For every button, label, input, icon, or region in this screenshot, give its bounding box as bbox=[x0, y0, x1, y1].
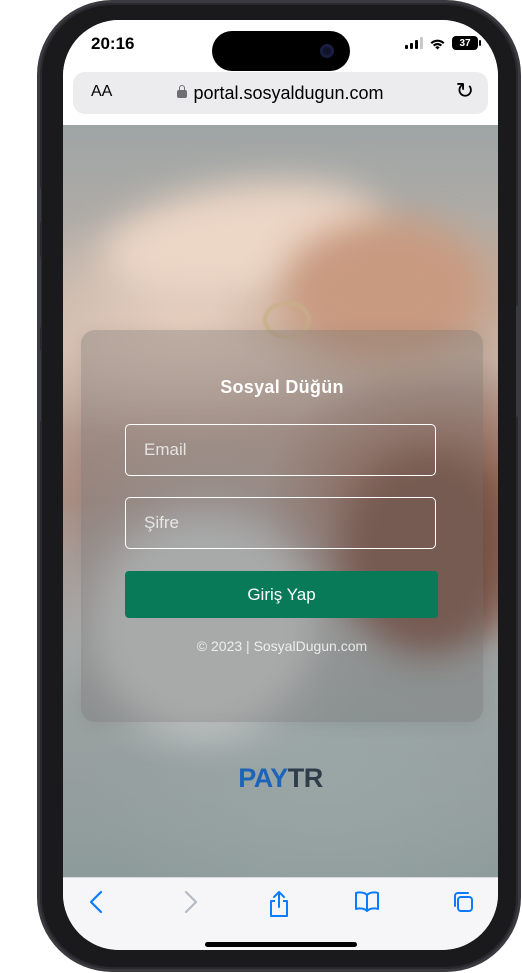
volume-down-button bbox=[37, 350, 41, 422]
status-icons: 37 bbox=[405, 35, 481, 51]
page-content: Sosyal Düğün Email Şifre Giriş Yap © 202… bbox=[63, 125, 498, 877]
paytr-logo: PAYTR bbox=[63, 763, 498, 794]
book-icon[interactable] bbox=[347, 890, 387, 919]
wifi-icon bbox=[430, 39, 445, 49]
email-input[interactable]: Email bbox=[125, 424, 436, 476]
tabs-icon[interactable] bbox=[443, 890, 483, 921]
volume-up-button bbox=[37, 256, 41, 328]
login-card: Sosyal Düğün Email Şifre Giriş Yap © 202… bbox=[81, 330, 483, 722]
phone-screen: 20:16 37 AA portal.sosyaldugun.com ↻ Sos… bbox=[63, 20, 498, 950]
login-button[interactable]: Giriş Yap bbox=[125, 571, 438, 618]
battery-icon: 37 bbox=[452, 36, 481, 50]
status-time: 20:16 bbox=[91, 34, 135, 53]
share-icon[interactable] bbox=[259, 890, 299, 925]
paytr-logo-pay: PAY bbox=[238, 763, 288, 793]
url-display[interactable]: portal.sosyaldugun.com bbox=[73, 83, 488, 104]
home-indicator[interactable] bbox=[205, 942, 357, 947]
status-bar: 20:16 37 bbox=[63, 20, 498, 78]
password-input[interactable]: Şifre bbox=[125, 497, 436, 549]
url-text: portal.sosyaldugun.com bbox=[193, 83, 384, 103]
dynamic-island bbox=[212, 31, 350, 71]
browser-toolbar bbox=[63, 877, 498, 950]
chevron-left-icon[interactable] bbox=[76, 890, 116, 921]
reload-icon[interactable]: ↻ bbox=[456, 78, 474, 104]
power-button bbox=[516, 305, 520, 417]
camera-icon bbox=[320, 44, 334, 58]
action-button bbox=[37, 187, 41, 223]
copyright-text: © 2023 | SosyalDugun.com bbox=[196, 638, 368, 654]
email-placeholder: Email bbox=[144, 440, 187, 459]
address-bar[interactable]: AA portal.sosyaldugun.com ↻ bbox=[73, 72, 488, 114]
login-title: Sosyal Düğün bbox=[220, 377, 344, 397]
chevron-right-icon[interactable] bbox=[171, 890, 211, 921]
lock-icon bbox=[177, 85, 188, 98]
signal-icon bbox=[405, 37, 423, 49]
password-placeholder: Şifre bbox=[144, 513, 179, 532]
paytr-logo-tr: TR bbox=[287, 763, 324, 793]
